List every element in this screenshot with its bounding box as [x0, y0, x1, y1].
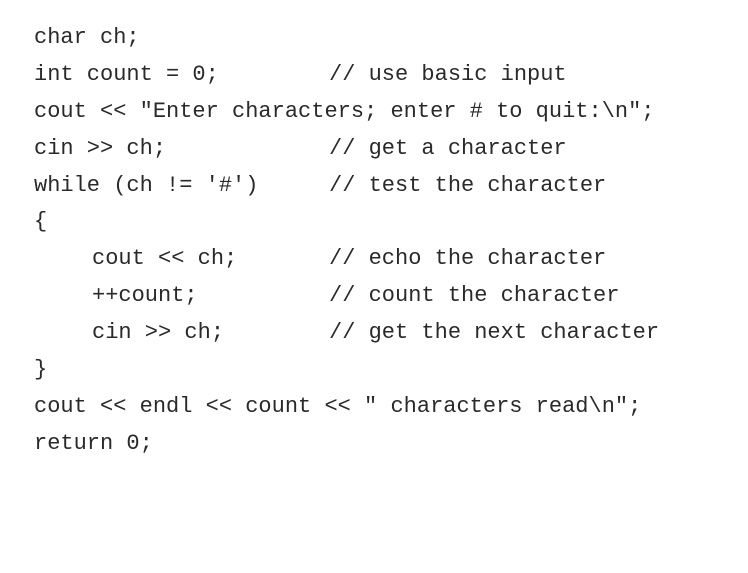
code-line-2: int count = 0; // use basic input [34, 57, 734, 94]
code-text: char ch; [34, 25, 140, 50]
code-line-5: while (ch != '#') // test the character [34, 168, 734, 205]
code-line-9: cin >> ch; // get the next character [34, 315, 734, 352]
code-text: int count = 0; [34, 61, 219, 87]
code-comment: // get a character [329, 135, 567, 161]
code-line-7: cout << ch; // echo the character [34, 241, 734, 278]
code-line-11: cout << endl << count << " characters re… [34, 389, 734, 426]
code-line-12: return 0; [34, 426, 734, 463]
code-text: ++count; [92, 283, 198, 309]
code-line-1: char ch; [34, 20, 734, 57]
code-comment: // count the character [329, 283, 620, 309]
code-text: cout << endl << count << " characters re… [34, 393, 642, 419]
code-line-3: cout << "Enter characters; enter # to qu… [34, 94, 734, 131]
code-text: return 0; [34, 430, 153, 456]
code-text: cin >> ch; [92, 320, 225, 346]
code-text: cout << "Enter characters; enter # to qu… [34, 98, 655, 124]
code-line-10: } [34, 352, 734, 389]
code-comment: // get the next character [329, 320, 660, 346]
code-comment: // use basic input [329, 61, 567, 87]
code-line-6: { [34, 204, 734, 241]
code-listing: char ch; int count = 0; // use basic inp… [34, 20, 734, 463]
code-text: cout << ch; [92, 246, 238, 272]
code-line-4: cin >> ch; // get a character [34, 131, 734, 168]
code-text: while (ch != '#') [34, 172, 259, 198]
code-text: { [34, 209, 48, 235]
code-comment: // echo the character [329, 246, 607, 272]
code-comment: // test the character [329, 172, 607, 198]
code-text: } [34, 357, 48, 383]
code-text: cin >> ch; [34, 135, 167, 161]
code-line-8: ++count; // count the character [34, 278, 734, 315]
